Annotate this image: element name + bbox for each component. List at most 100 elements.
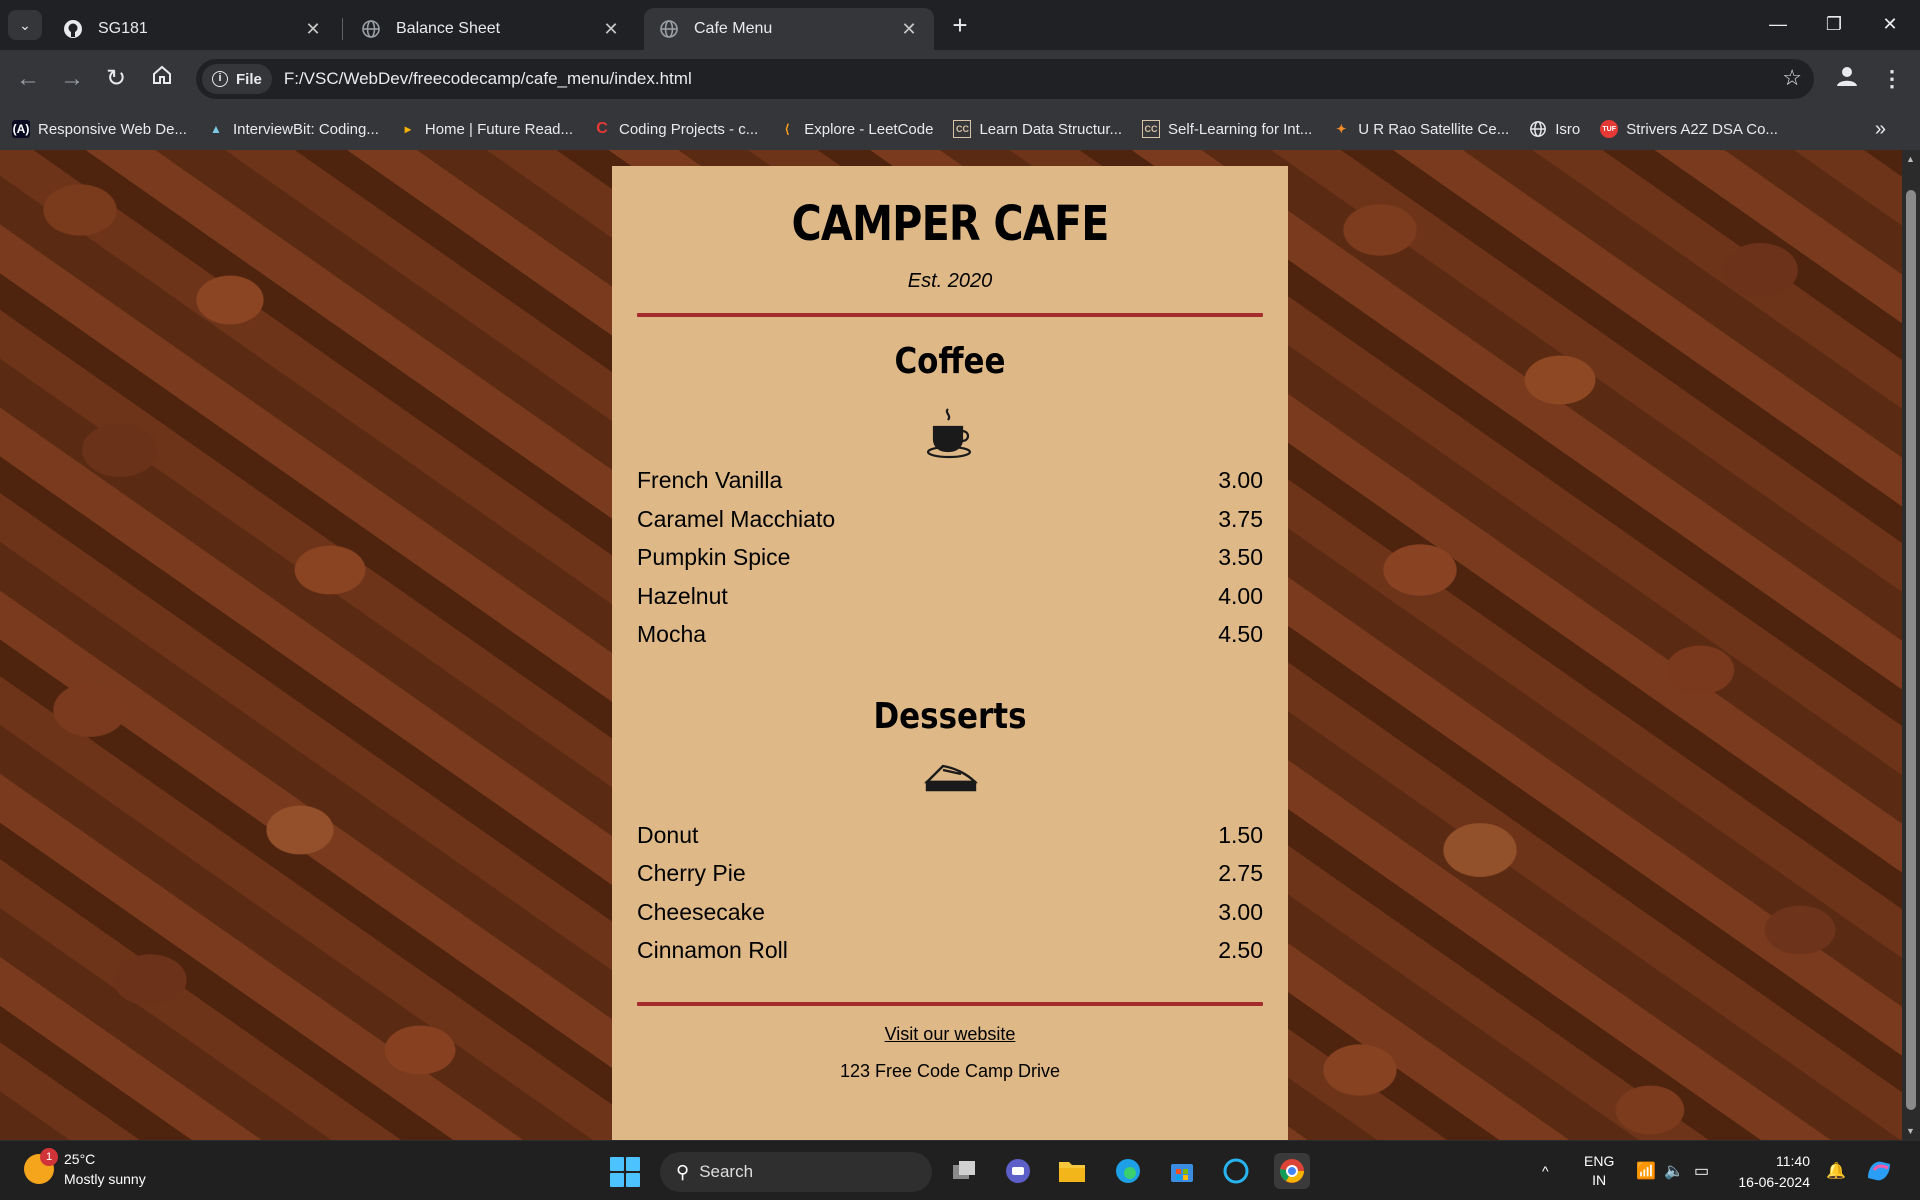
page-scrollbar[interactable]: ▲ ▼	[1902, 150, 1920, 1140]
notification-bell-icon[interactable]: 🔔	[1826, 1141, 1846, 1200]
item-price: 3.00	[1218, 467, 1263, 493]
desserts-list: Donut 1.50 Cherry Pie 2.75 Cheesecake 3.00 …	[637, 816, 1263, 970]
weather-condition: Mostly sunny	[64, 1171, 146, 1187]
url-text[interactable]: F:/VSC/WebDev/freecodecamp/cafe_menu/ind…	[284, 69, 692, 89]
bookmark-item[interactable]: ▸ Home | Future Read...	[399, 120, 573, 138]
bookmark-label: Coding Projects - c...	[619, 120, 759, 138]
task-view-icon[interactable]	[946, 1153, 982, 1189]
kebab-menu-icon[interactable]: ⋮	[1880, 64, 1904, 94]
chevron-up-icon: ^	[1542, 1163, 1549, 1179]
bookmark-item[interactable]: ⟨ Explore - LeetCode	[778, 120, 934, 138]
show-hidden-icons[interactable]: ^	[1542, 1141, 1549, 1200]
bookmark-item[interactable]: C Coding Projects - c...	[593, 120, 758, 138]
file-explorer-icon[interactable]	[1054, 1153, 1090, 1189]
bookmark-item[interactable]: Isro	[1529, 120, 1580, 138]
battery-icon[interactable]: ▭	[1694, 1141, 1709, 1200]
scroll-up-icon[interactable]: ▲	[1906, 154, 1915, 164]
tab-label: SG181	[98, 20, 148, 37]
notification-badge: 1	[40, 1148, 58, 1166]
list-item: Hazelnut 4.00	[637, 577, 1263, 616]
search-icon: ⚲	[676, 1161, 690, 1182]
taskbar-search[interactable]: ⚲ Search	[660, 1152, 932, 1192]
system-clock[interactable]: 11:40 16-06-2024	[1730, 1151, 1810, 1193]
bookmark-item[interactable]: (A) Responsive Web De...	[12, 120, 187, 138]
new-tab-button[interactable]: +	[946, 12, 974, 40]
list-item: Caramel Macchiato 3.75	[637, 500, 1263, 539]
bookmark-label: Strivers A2Z DSA Co...	[1626, 120, 1778, 138]
close-window-button[interactable]: ✕	[1868, 8, 1912, 40]
reload-button[interactable]: ↻	[100, 63, 132, 95]
profile-icon[interactable]	[1832, 64, 1862, 94]
clock-date: 16-06-2024	[1738, 1174, 1810, 1190]
bookmark-item[interactable]: ▲ InterviewBit: Coding...	[207, 120, 379, 138]
tab-cafe-menu[interactable]: Cafe Menu ✕	[644, 8, 934, 50]
divider-bottom	[637, 1001, 1263, 1006]
globe-icon	[658, 18, 680, 40]
windows-start-icon[interactable]	[610, 1157, 640, 1187]
home-icon	[153, 65, 171, 84]
site-info-chip[interactable]: i File	[202, 64, 272, 94]
list-item: Cherry Pie 2.75	[637, 854, 1263, 893]
item-name: Hazelnut	[637, 582, 728, 609]
close-icon[interactable]: ✕	[600, 18, 622, 40]
cc-icon: CC	[953, 120, 972, 138]
search-label: Search	[699, 1162, 754, 1181]
chat-app-icon[interactable]	[1000, 1153, 1036, 1189]
volume-icon[interactable]: 🔈	[1664, 1141, 1684, 1200]
windows-taskbar: 1 25°C Mostly sunny ⚲ Search ^ ENG IN 📶 …	[0, 1140, 1920, 1200]
minimize-button[interactable]: —	[1756, 8, 1800, 40]
wifi-icon[interactable]: 📶	[1636, 1141, 1656, 1200]
item-price: 4.50	[1218, 621, 1263, 647]
github-icon	[62, 18, 84, 40]
close-icon[interactable]: ✕	[302, 18, 324, 40]
interviewbit-icon: ▲	[210, 122, 222, 136]
bookmark-item[interactable]: ✦ U R Rao Satellite Ce...	[1332, 120, 1509, 138]
back-button[interactable]: ←	[12, 63, 44, 95]
forward-button[interactable]: →	[56, 63, 88, 95]
list-item: Donut 1.50	[637, 816, 1263, 855]
pie-icon	[637, 760, 1263, 816]
bookmark-label: Isro	[1555, 120, 1581, 138]
weather-widget[interactable]: 1 25°C Mostly sunny	[24, 1148, 146, 1189]
more-bookmarks-icon[interactable]: »	[1875, 118, 1886, 141]
cortana-icon[interactable]	[1218, 1153, 1254, 1189]
address-bar[interactable]: i File F:/VSC/WebDev/freecodecamp/cafe_m…	[196, 59, 1814, 99]
microsoft-store-icon[interactable]	[1164, 1153, 1200, 1189]
home-button[interactable]	[146, 63, 178, 95]
tab-balance-sheet[interactable]: Balance Sheet ✕	[346, 8, 636, 50]
list-item: Cinnamon Roll 2.50	[637, 931, 1263, 970]
item-name: Cheesecake	[637, 898, 765, 925]
item-price: 1.50	[1218, 821, 1263, 848]
restore-button[interactable]: ❐	[1812, 8, 1856, 40]
close-icon[interactable]: ✕	[898, 18, 920, 40]
chrome-icon[interactable]	[1274, 1153, 1310, 1189]
arrow-left-icon: ←	[16, 65, 40, 92]
item-price: 3.75	[1218, 505, 1263, 532]
item-name: Cherry Pie	[637, 860, 746, 886]
bookmark-label: U R Rao Satellite Ce...	[1358, 120, 1510, 138]
language-indicator[interactable]: ENG IN	[1584, 1141, 1614, 1200]
weather-temp: 25°C	[64, 1151, 96, 1167]
tab-sg181[interactable]: SG181 ✕	[48, 8, 338, 50]
tab-divider	[342, 18, 343, 40]
established-text: Est. 2020	[907, 270, 993, 292]
scroll-thumb[interactable]	[1906, 190, 1916, 1110]
bookmark-label: InterviewBit: Coding...	[232, 120, 379, 138]
bookmark-star-icon[interactable]: ☆	[1782, 65, 1802, 91]
item-name: Cinnamon Roll	[637, 937, 788, 963]
bookmark-item[interactable]: TUF Strivers A2Z DSA Co...	[1600, 120, 1778, 138]
tab-search-button[interactable]: ⌄	[8, 10, 42, 40]
item-price: 2.75	[1218, 860, 1263, 886]
list-item: Cheesecake 3.00	[637, 893, 1263, 932]
scroll-down-icon[interactable]: ▼	[1906, 1126, 1915, 1136]
item-price: 2.50	[1218, 937, 1263, 963]
globe-icon	[360, 18, 382, 40]
bookmark-item[interactable]: CC Self-Learning for Int...	[1142, 120, 1312, 138]
bookmark-label: Responsive Web De...	[38, 120, 187, 138]
region-code: IN	[1592, 1172, 1607, 1188]
bookmark-item[interactable]: CC Learn Data Structur...	[953, 120, 1122, 138]
edge-browser-icon[interactable]	[1110, 1153, 1146, 1189]
visit-website-link[interactable]: Visit our website	[637, 1024, 1263, 1045]
bookmarks-bar: (A) Responsive Web De... ▲ InterviewBit: C…	[0, 108, 1920, 150]
copilot-icon[interactable]	[1864, 1141, 1894, 1200]
